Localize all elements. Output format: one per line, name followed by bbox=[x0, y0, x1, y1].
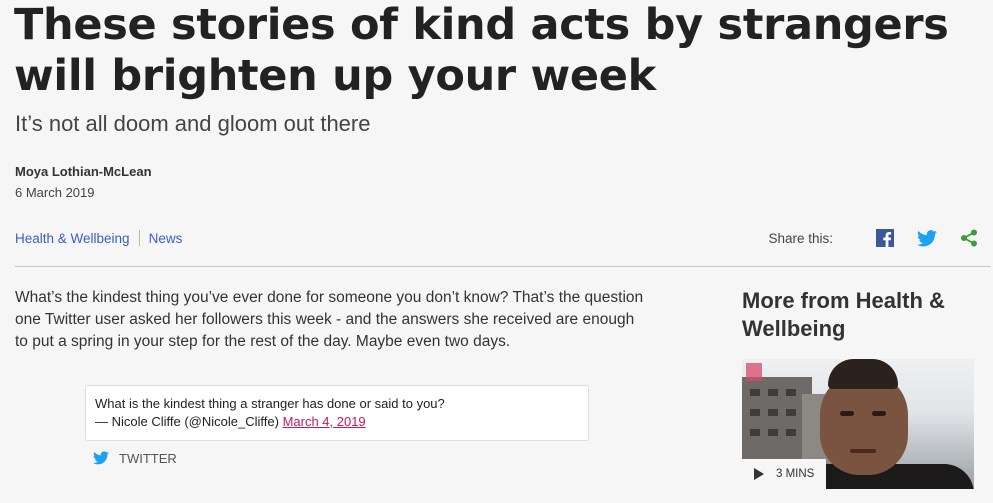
embedded-tweet: What is the kindest thing a stranger has… bbox=[85, 385, 589, 441]
channel-logo bbox=[746, 363, 762, 381]
tag-list: Health & Wellbeing News bbox=[15, 230, 182, 246]
play-icon[interactable] bbox=[754, 468, 764, 480]
tweet-attribution: — Nicole Cliffe (@Nicole_Cliffe) bbox=[95, 414, 279, 429]
person-image bbox=[840, 411, 854, 416]
tweet-text: What is the kindest thing a stranger has… bbox=[95, 396, 445, 411]
person-image bbox=[828, 359, 898, 389]
share-icon[interactable] bbox=[959, 228, 979, 248]
video-duration: 3 MINS bbox=[776, 468, 815, 480]
tag-separator bbox=[138, 230, 140, 246]
sidebar-title: More from Health & Wellbeing bbox=[742, 288, 945, 341]
share-label: Share this: bbox=[768, 230, 833, 246]
article-date: 6 March 2019 bbox=[15, 185, 95, 200]
article-author[interactable]: Moya Lothian-McLean bbox=[15, 164, 152, 179]
facebook-icon[interactable] bbox=[875, 228, 895, 248]
article-headline: These stories of kind acts by strangers … bbox=[14, 0, 949, 101]
article-intro: What’s the kindest thing you’ve ever don… bbox=[15, 289, 644, 350]
tweet-date-link[interactable]: March 4, 2019 bbox=[283, 414, 366, 429]
tag-news[interactable]: News bbox=[149, 231, 183, 246]
tweet-source-label: TWITTER bbox=[119, 450, 177, 466]
person-image bbox=[872, 411, 886, 416]
video-thumbnail[interactable]: 3 MINS bbox=[742, 359, 974, 489]
article-standfirst: It’s not all doom and gloom out there bbox=[15, 111, 371, 136]
tweet-attribution-line: — Nicole Cliffe (@Nicole_Cliffe) March 4… bbox=[95, 413, 579, 431]
tag-health-wellbeing[interactable]: Health & Wellbeing bbox=[15, 231, 130, 246]
twitter-bird-icon bbox=[93, 451, 109, 465]
tweet-source: TWITTER bbox=[93, 450, 177, 466]
person-image bbox=[850, 449, 876, 453]
video-duration-badge[interactable]: 3 MINS bbox=[742, 459, 826, 489]
header-divider bbox=[15, 266, 991, 267]
twitter-icon[interactable] bbox=[917, 228, 937, 248]
share-bar: Share this: bbox=[768, 228, 979, 248]
